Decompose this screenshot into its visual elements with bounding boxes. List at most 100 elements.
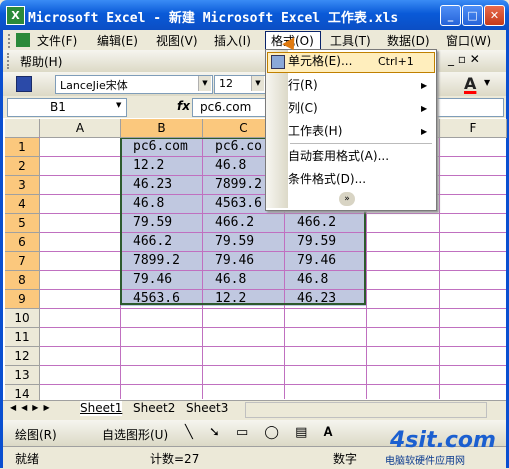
menu-edit[interactable]: 编辑(E) (97, 33, 138, 49)
cell-b1[interactable]: pc6.com (133, 138, 200, 156)
cell-d7[interactable]: 79.46 (297, 252, 364, 270)
cell-c6[interactable]: 79.59 (215, 233, 282, 251)
row-header-12[interactable]: 12 (5, 347, 40, 366)
menu-item-row[interactable]: 行(R) ▶ (288, 75, 434, 96)
column-header-b[interactable]: B (121, 119, 203, 138)
font-color-icon[interactable]: A (464, 74, 476, 93)
name-box-dropdown-icon[interactable]: ▼ (116, 101, 121, 109)
grid-line (439, 137, 440, 399)
format-cells-icon (271, 55, 285, 69)
font-color-dropdown-icon[interactable]: ▼ (484, 78, 490, 87)
toolbar-grip[interactable] (7, 53, 11, 69)
menu-item-sheet[interactable]: 工作表(H) ▶ (288, 121, 434, 142)
tab-sheet3[interactable]: Sheet3 (186, 401, 228, 416)
row-header-3[interactable]: 3 (5, 176, 40, 195)
submenu-arrow-icon: ▶ (421, 104, 428, 113)
cell-b4[interactable]: 46.8 (133, 195, 200, 213)
tab-scroll-buttons[interactable]: ◀◀▶▶ (10, 403, 55, 412)
menu-item-format-cells[interactable]: 单元格(E)... Ctrl+1 (288, 51, 434, 72)
grid-line (39, 327, 506, 328)
name-box[interactable] (7, 98, 127, 117)
draw-menu-button[interactable]: 绘图(R) (15, 426, 57, 443)
cell-b5[interactable]: 79.59 (133, 214, 200, 232)
row-header-11[interactable]: 11 (5, 328, 40, 347)
select-all-corner[interactable] (5, 119, 40, 138)
cell-d6[interactable]: 79.59 (297, 233, 364, 251)
column-header-a[interactable]: A (40, 119, 121, 138)
cell-d9[interactable]: 46.23 (297, 290, 364, 308)
row-header-2[interactable]: 2 (5, 157, 40, 176)
row-header-9[interactable]: 9 (5, 290, 40, 309)
sheet-label: 工作表(H) (288, 124, 343, 138)
grid-line (39, 365, 506, 366)
menu-icon-gutter (266, 50, 288, 208)
tab-sheet2[interactable]: Sheet2 (133, 401, 175, 416)
menu-separator (290, 143, 432, 144)
column-label: 列(C) (288, 101, 318, 115)
format-cells-label: 单元格(E)... (288, 54, 353, 68)
cell-b3[interactable]: 46.23 (133, 176, 200, 194)
formula-value: pc6.com (200, 100, 252, 114)
menu-item-column[interactable]: 列(C) ▶ (288, 98, 434, 119)
drawing-tools[interactable]: ╲ ➘ ▭ ◯ ▤ 𝐀 (185, 425, 339, 440)
status-count: 计数=27 (150, 452, 200, 466)
workbook-icon[interactable] (16, 33, 30, 47)
row-header-8[interactable]: 8 (5, 271, 40, 290)
menu-window[interactable]: 窗口(W) (446, 33, 491, 49)
expand-menu-icon[interactable]: » (339, 192, 355, 206)
menu-item-autoformat[interactable]: 自动套用格式(A)... (288, 146, 434, 167)
status-num: 数字 (333, 452, 358, 466)
cell-b6[interactable]: 466.2 (133, 233, 200, 251)
grid-line (39, 346, 506, 347)
row-header-6[interactable]: 6 (5, 233, 40, 252)
cell-c8[interactable]: 46.8 (215, 271, 282, 289)
maximize-button[interactable]: □ (462, 5, 483, 26)
submenu-arrow-icon: ▶ (421, 127, 428, 136)
insert-function-icon[interactable]: fx (177, 99, 190, 113)
row-header-5[interactable]: 5 (5, 214, 40, 233)
format-cells-shortcut: Ctrl+1 (378, 55, 414, 68)
workbook-window-buttons[interactable]: _ ▫ ✕ (448, 52, 480, 66)
watermark-subtitle: 电脑软硬件应用网 (385, 456, 465, 467)
row-header-4[interactable]: 4 (5, 195, 40, 214)
cell-b7[interactable]: 7899.2 (133, 252, 200, 270)
row-header-7[interactable]: 7 (5, 252, 40, 271)
minimize-button[interactable]: _ (440, 5, 461, 26)
font-size-value: 12 (219, 77, 233, 90)
cell-b2[interactable]: 12.2 (133, 157, 200, 175)
row-header-13[interactable]: 13 (5, 366, 40, 385)
name-box-value: B1 (50, 100, 66, 114)
submenu-arrow-icon: ▶ (421, 81, 428, 90)
cell-c7[interactable]: 79.46 (215, 252, 282, 270)
menu-view[interactable]: 视图(V) (156, 33, 198, 49)
menu-data[interactable]: 数据(D) (387, 33, 430, 49)
row-header-1[interactable]: 1 (5, 138, 40, 157)
autoshapes-button[interactable]: 自选图形(U) (102, 426, 168, 443)
menu-file[interactable]: 文件(F) (37, 33, 77, 49)
tab-sheet1[interactable]: Sheet1 (80, 401, 123, 416)
row-header-10[interactable]: 10 (5, 309, 40, 328)
menu-item-conditional-format[interactable]: 条件格式(D)... (288, 169, 434, 190)
menu-tools[interactable]: 工具(T) (330, 33, 371, 49)
font-size-dropdown-icon[interactable]: ▼ (251, 76, 264, 91)
cell-c9[interactable]: 12.2 (215, 290, 282, 308)
window-title: Microsoft Excel - 新建 Microsoft Excel 工作表… (28, 11, 399, 26)
menu-help[interactable]: 帮助(H) (20, 53, 62, 70)
font-name-dropdown-icon[interactable]: ▼ (198, 76, 211, 91)
cell-b9[interactable]: 4563.6 (133, 290, 200, 308)
save-icon[interactable] (16, 76, 32, 92)
menubar-grip[interactable] (8, 34, 12, 48)
menu-insert[interactable]: 插入(I) (214, 33, 251, 49)
cell-c5[interactable]: 466.2 (215, 214, 282, 232)
cell-b8[interactable]: 79.46 (133, 271, 200, 289)
column-header-f[interactable]: F (440, 119, 507, 138)
watermark-logo: 4sit.com (390, 428, 496, 453)
horizontal-scrollbar[interactable] (245, 402, 487, 418)
close-button[interactable]: ✕ (484, 5, 505, 26)
excel-app-icon[interactable]: X (6, 6, 25, 25)
grid-line (39, 308, 506, 309)
cell-d5[interactable]: 466.2 (297, 214, 364, 232)
cell-d8[interactable]: 46.8 (297, 271, 364, 289)
row-label: 行(R) (288, 78, 318, 92)
menu-bar (3, 30, 506, 50)
